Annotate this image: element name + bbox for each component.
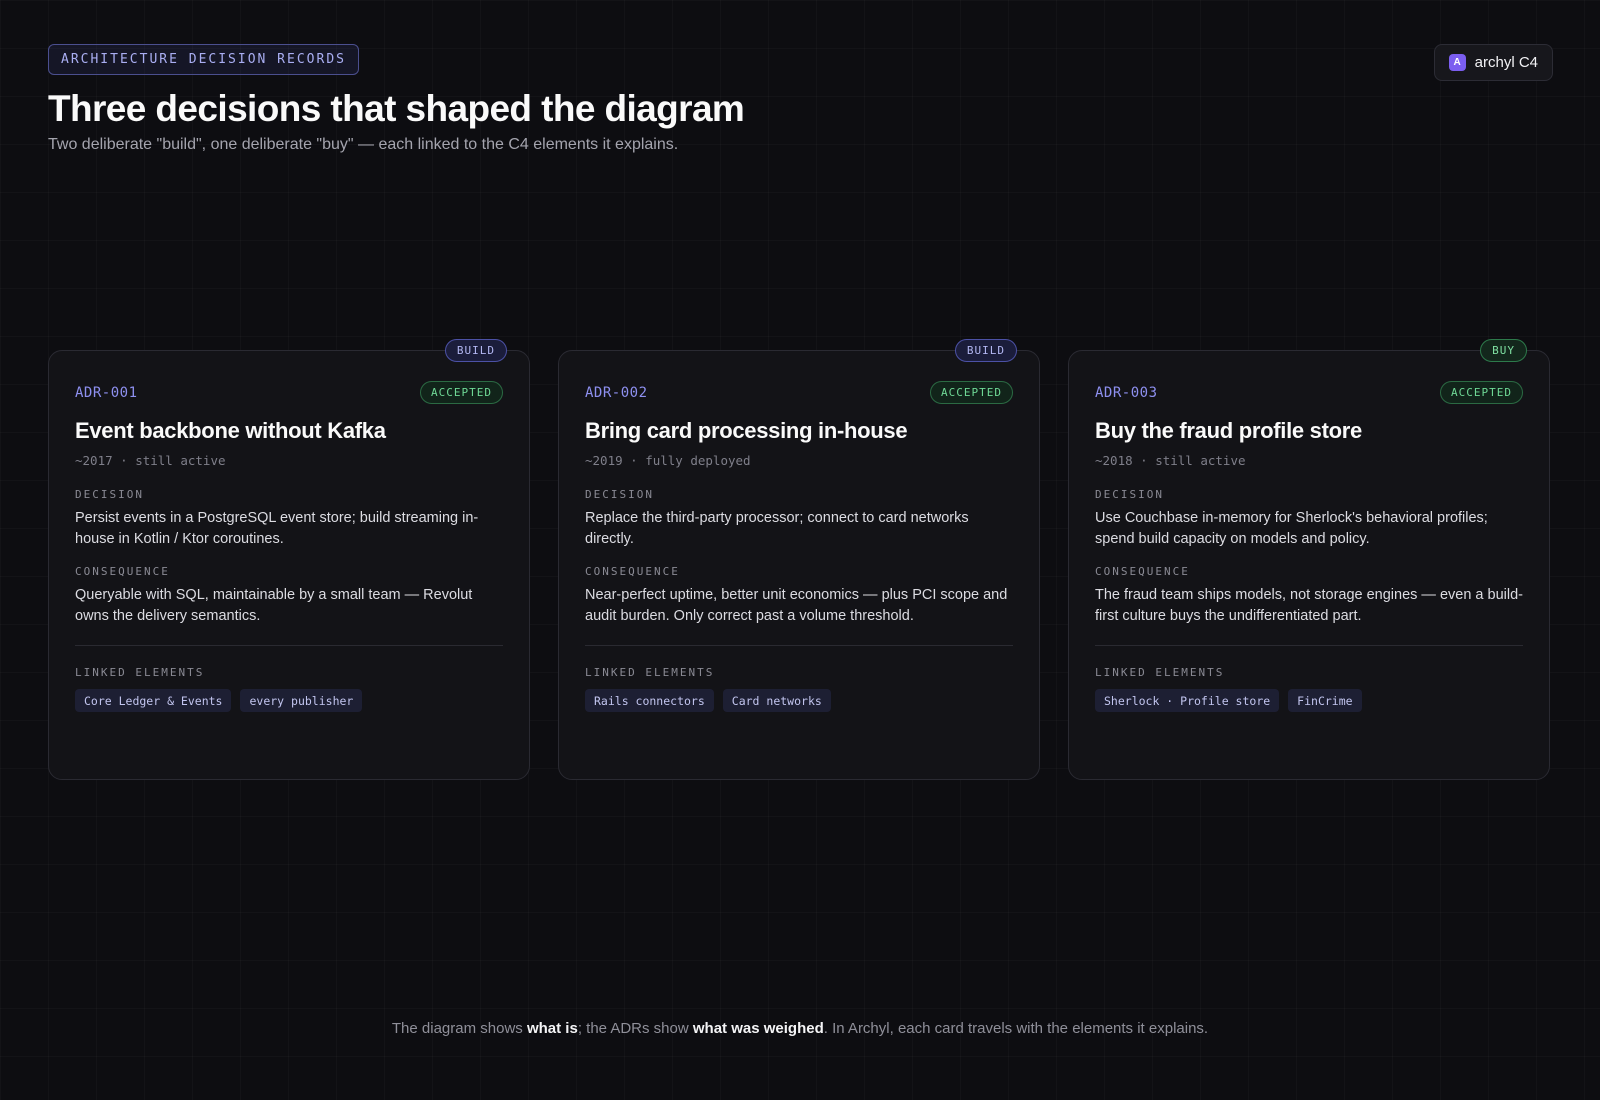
card-title: Buy the fraud profile store bbox=[1095, 418, 1362, 443]
card-header: ADR-003 ACCEPTED bbox=[1095, 381, 1523, 404]
decision-text: Use Couchbase in-memory for Sherlock's b… bbox=[1095, 510, 1488, 547]
footer-emphasis: what was weighed bbox=[692, 1020, 824, 1037]
adr-id: ADR-002 bbox=[585, 384, 648, 401]
consequence-text: The fraud team ships models, not storage… bbox=[1095, 587, 1523, 624]
decision-label: DECISION bbox=[75, 488, 144, 501]
linked-elements: Sherlock · Profile store FinCrime bbox=[1095, 689, 1523, 712]
linked-element-chip[interactable]: Card networks bbox=[722, 689, 831, 712]
archyl-logo-icon: A bbox=[1448, 54, 1466, 71]
consequence-text: Near-perfect uptime, better unit economi… bbox=[585, 587, 1008, 624]
divider bbox=[1095, 645, 1523, 646]
linked-elements: Rails connectors Card networks bbox=[585, 689, 1013, 712]
card-header: ADR-001 ACCEPTED bbox=[75, 381, 503, 404]
page-title: Three decisions that shaped the diagram bbox=[48, 88, 745, 129]
linked-elements-label: LINKED ELEMENTS bbox=[1095, 666, 1225, 679]
footer-emphasis: what is bbox=[526, 1020, 578, 1037]
kind-tag: BUILD bbox=[444, 339, 507, 362]
adr-id: ADR-001 bbox=[75, 384, 138, 401]
consequence-label: CONSEQUENCE bbox=[75, 565, 170, 578]
brand-label: archyl C4 bbox=[1474, 54, 1538, 71]
status-badge: ACCEPTED bbox=[420, 381, 503, 404]
linked-element-chip[interactable]: Core Ledger & Events bbox=[75, 689, 232, 712]
linked-element-chip[interactable]: Sherlock · Profile store bbox=[1095, 689, 1280, 712]
linked-elements-label: LINKED ELEMENTS bbox=[75, 666, 205, 679]
linked-elements: Core Ledger & Events every publisher bbox=[75, 689, 503, 712]
decision-text: Replace the third-party processor; conne… bbox=[585, 510, 969, 547]
status-badge: ACCEPTED bbox=[930, 381, 1013, 404]
adr-card-002[interactable]: BUILD ADR-002 ACCEPTED Bring card proces… bbox=[558, 339, 1040, 780]
card-header: ADR-002 ACCEPTED bbox=[585, 381, 1013, 404]
kind-tag: BUILD bbox=[954, 339, 1017, 362]
decision-label: DECISION bbox=[1095, 488, 1164, 501]
footer-note: The diagram shows what is; the ADRs show… bbox=[0, 1020, 1600, 1037]
consequence-label: CONSEQUENCE bbox=[1095, 565, 1190, 578]
card-title: Event backbone without Kafka bbox=[75, 418, 386, 443]
consequence-label: CONSEQUENCE bbox=[585, 565, 680, 578]
footer-text: ; the ADRs show bbox=[577, 1020, 693, 1037]
linked-element-chip[interactable]: FinCrime bbox=[1288, 689, 1362, 712]
eyebrow-badge: ARCHITECTURE DECISION RECORDS bbox=[48, 44, 359, 75]
card-title: Bring card processing in-house bbox=[585, 418, 908, 443]
adr-card-003[interactable]: BUY ADR-003 ACCEPTED Buy the fraud profi… bbox=[1068, 339, 1550, 780]
card-meta: ~2017 · still active bbox=[75, 453, 226, 468]
decision-text: Persist events in a PostgreSQL event sto… bbox=[75, 510, 479, 547]
card-meta: ~2019 · fully deployed bbox=[585, 453, 751, 468]
linked-element-chip[interactable]: Rails connectors bbox=[585, 689, 714, 712]
divider bbox=[75, 645, 503, 646]
adr-card-001[interactable]: BUILD ADR-001 ACCEPTED Event backbone wi… bbox=[48, 339, 530, 780]
footer-text: The diagram shows bbox=[391, 1020, 527, 1037]
kind-tag: BUY bbox=[1480, 339, 1527, 362]
consequence-text: Queryable with SQL, maintainable by a sm… bbox=[75, 587, 473, 624]
divider bbox=[585, 645, 1013, 646]
decision-label: DECISION bbox=[585, 488, 654, 501]
linked-element-chip[interactable]: every publisher bbox=[240, 689, 363, 712]
footer-text: . In Archyl, each card travels with the … bbox=[823, 1020, 1209, 1037]
linked-elements-label: LINKED ELEMENTS bbox=[585, 666, 715, 679]
adr-card-list: BUILD ADR-001 ACCEPTED Event backbone wi… bbox=[48, 339, 1552, 780]
page-subtitle: Two deliberate "build", one deliberate "… bbox=[48, 136, 679, 153]
adr-id: ADR-003 bbox=[1095, 384, 1158, 401]
status-badge: ACCEPTED bbox=[1440, 381, 1523, 404]
card-meta: ~2018 · still active bbox=[1095, 453, 1246, 468]
brand-badge[interactable]: A archyl C4 bbox=[1433, 44, 1553, 81]
